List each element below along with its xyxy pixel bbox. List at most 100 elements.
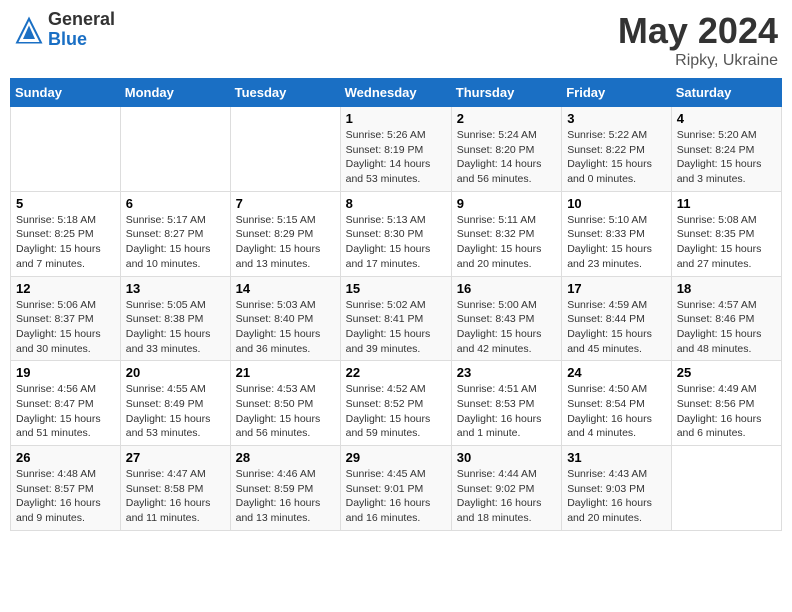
calendar-cell: 8 Sunrise: 5:13 AM Sunset: 8:30 PM Daylig… bbox=[340, 191, 451, 276]
day-number: 2 bbox=[457, 111, 556, 126]
day-number: 26 bbox=[16, 450, 115, 465]
day-info: Sunrise: 5:10 AM Sunset: 8:33 PM Dayligh… bbox=[567, 213, 666, 272]
day-info: Sunrise: 4:59 AM Sunset: 8:44 PM Dayligh… bbox=[567, 298, 666, 357]
calendar-cell: 29 Sunrise: 4:45 AM Sunset: 9:01 PM Dayli… bbox=[340, 446, 451, 531]
day-number: 18 bbox=[677, 281, 776, 296]
logo-general: General bbox=[48, 10, 115, 30]
day-number: 12 bbox=[16, 281, 115, 296]
day-info: Sunrise: 5:24 AM Sunset: 8:20 PM Dayligh… bbox=[457, 128, 556, 187]
day-info: Sunrise: 4:52 AM Sunset: 8:52 PM Dayligh… bbox=[346, 382, 446, 441]
calendar-cell: 21Sunrise: 4:53 AM Sunset: 8:50 PM Dayli… bbox=[230, 361, 340, 446]
day-number: 19 bbox=[16, 365, 115, 380]
calendar-cell: 6 Sunrise: 5:17 AM Sunset: 8:27 PM Daylig… bbox=[120, 191, 230, 276]
calendar-cell: 26 Sunrise: 4:48 AM Sunset: 8:57 PM Dayli… bbox=[11, 446, 121, 531]
calendar-cell bbox=[230, 107, 340, 192]
calendar-cell: 22 Sunrise: 4:52 AM Sunset: 8:52 PM Dayli… bbox=[340, 361, 451, 446]
day-info: Sunrise: 5:22 AM Sunset: 8:22 PM Dayligh… bbox=[567, 128, 666, 187]
day-info: Sunrise: 4:48 AM Sunset: 8:57 PM Dayligh… bbox=[16, 467, 115, 526]
day-info: Sunrise: 4:43 AM Sunset: 9:03 PM Dayligh… bbox=[567, 467, 666, 526]
calendar-cell: 9 Sunrise: 5:11 AM Sunset: 8:32 PM Daylig… bbox=[451, 191, 561, 276]
day-number: 22 bbox=[346, 365, 446, 380]
calendar-cell: 1Sunrise: 5:26 AM Sunset: 8:19 PM Daylig… bbox=[340, 107, 451, 192]
day-info: Sunrise: 4:45 AM Sunset: 9:01 PM Dayligh… bbox=[346, 467, 446, 526]
calendar-cell: 12 Sunrise: 5:06 AM Sunset: 8:37 PM Dayli… bbox=[11, 276, 121, 361]
day-info: Sunrise: 5:17 AM Sunset: 8:27 PM Dayligh… bbox=[126, 213, 225, 272]
day-number: 6 bbox=[126, 196, 225, 211]
calendar-cell: 13Sunrise: 5:05 AM Sunset: 8:38 PM Dayli… bbox=[120, 276, 230, 361]
calendar-cell: 14 Sunrise: 5:03 AM Sunset: 8:40 PM Dayli… bbox=[230, 276, 340, 361]
day-number: 14 bbox=[236, 281, 335, 296]
day-number: 10 bbox=[567, 196, 666, 211]
header-row: SundayMondayTuesdayWednesdayThursdayFrid… bbox=[11, 79, 782, 107]
calendar-cell: 4Sunrise: 5:20 AM Sunset: 8:24 PM Daylig… bbox=[671, 107, 781, 192]
day-number: 9 bbox=[457, 196, 556, 211]
day-info: Sunrise: 5:02 AM Sunset: 8:41 PM Dayligh… bbox=[346, 298, 446, 357]
calendar-cell: 15 Sunrise: 5:02 AM Sunset: 8:41 PM Dayli… bbox=[340, 276, 451, 361]
day-info: Sunrise: 5:06 AM Sunset: 8:37 PM Dayligh… bbox=[16, 298, 115, 357]
calendar-cell: 11 Sunrise: 5:08 AM Sunset: 8:35 PM Dayli… bbox=[671, 191, 781, 276]
week-row-4: 19 Sunrise: 4:56 AM Sunset: 8:47 PM Dayli… bbox=[11, 361, 782, 446]
day-number: 24 bbox=[567, 365, 666, 380]
day-header-saturday: Saturday bbox=[671, 79, 781, 107]
day-header-friday: Friday bbox=[562, 79, 672, 107]
week-row-2: 5 Sunrise: 5:18 AM Sunset: 8:25 PM Daylig… bbox=[11, 191, 782, 276]
day-info: Sunrise: 4:44 AM Sunset: 9:02 PM Dayligh… bbox=[457, 467, 556, 526]
day-number: 1 bbox=[346, 111, 446, 126]
day-number: 30 bbox=[457, 450, 556, 465]
week-row-1: 1Sunrise: 5:26 AM Sunset: 8:19 PM Daylig… bbox=[11, 107, 782, 192]
calendar-cell bbox=[671, 446, 781, 531]
title-block: May 2024 Ripky, Ukraine bbox=[618, 10, 778, 70]
calendar-title: May 2024 bbox=[618, 10, 778, 52]
calendar-cell: 19 Sunrise: 4:56 AM Sunset: 8:47 PM Dayli… bbox=[11, 361, 121, 446]
day-number: 31 bbox=[567, 450, 666, 465]
day-info: Sunrise: 4:50 AM Sunset: 8:54 PM Dayligh… bbox=[567, 382, 666, 441]
day-number: 7 bbox=[236, 196, 335, 211]
day-number: 16 bbox=[457, 281, 556, 296]
week-row-3: 12 Sunrise: 5:06 AM Sunset: 8:37 PM Dayli… bbox=[11, 276, 782, 361]
day-header-tuesday: Tuesday bbox=[230, 79, 340, 107]
day-number: 17 bbox=[567, 281, 666, 296]
day-info: Sunrise: 5:11 AM Sunset: 8:32 PM Dayligh… bbox=[457, 213, 556, 272]
day-number: 15 bbox=[346, 281, 446, 296]
calendar-cell: 16 Sunrise: 5:00 AM Sunset: 8:43 PM Dayli… bbox=[451, 276, 561, 361]
calendar-cell: 2 Sunrise: 5:24 AM Sunset: 8:20 PM Daylig… bbox=[451, 107, 561, 192]
calendar-cell: 30 Sunrise: 4:44 AM Sunset: 9:02 PM Dayli… bbox=[451, 446, 561, 531]
day-info: Sunrise: 5:00 AM Sunset: 8:43 PM Dayligh… bbox=[457, 298, 556, 357]
day-number: 5 bbox=[16, 196, 115, 211]
day-info: Sunrise: 5:05 AM Sunset: 8:38 PM Dayligh… bbox=[126, 298, 225, 357]
day-number: 28 bbox=[236, 450, 335, 465]
page-header: General Blue May 2024 Ripky, Ukraine bbox=[10, 10, 782, 70]
day-number: 25 bbox=[677, 365, 776, 380]
day-info: Sunrise: 5:08 AM Sunset: 8:35 PM Dayligh… bbox=[677, 213, 776, 272]
day-number: 11 bbox=[677, 196, 776, 211]
logo-text: General Blue bbox=[48, 10, 115, 50]
day-number: 8 bbox=[346, 196, 446, 211]
day-info: Sunrise: 4:53 AM Sunset: 8:50 PM Dayligh… bbox=[236, 382, 335, 441]
calendar-cell bbox=[120, 107, 230, 192]
day-header-wednesday: Wednesday bbox=[340, 79, 451, 107]
day-header-monday: Monday bbox=[120, 79, 230, 107]
day-header-thursday: Thursday bbox=[451, 79, 561, 107]
calendar-cell: 27Sunrise: 4:47 AM Sunset: 8:58 PM Dayli… bbox=[120, 446, 230, 531]
calendar-table: SundayMondayTuesdayWednesdayThursdayFrid… bbox=[10, 78, 782, 531]
day-info: Sunrise: 4:51 AM Sunset: 8:53 PM Dayligh… bbox=[457, 382, 556, 441]
calendar-cell: 3Sunrise: 5:22 AM Sunset: 8:22 PM Daylig… bbox=[562, 107, 672, 192]
day-number: 23 bbox=[457, 365, 556, 380]
calendar-cell: 24 Sunrise: 4:50 AM Sunset: 8:54 PM Dayli… bbox=[562, 361, 672, 446]
day-number: 29 bbox=[346, 450, 446, 465]
day-number: 20 bbox=[126, 365, 225, 380]
day-info: Sunrise: 5:13 AM Sunset: 8:30 PM Dayligh… bbox=[346, 213, 446, 272]
calendar-cell: 17 Sunrise: 4:59 AM Sunset: 8:44 PM Dayli… bbox=[562, 276, 672, 361]
day-info: Sunrise: 4:46 AM Sunset: 8:59 PM Dayligh… bbox=[236, 467, 335, 526]
day-info: Sunrise: 5:15 AM Sunset: 8:29 PM Dayligh… bbox=[236, 213, 335, 272]
calendar-cell: 18 Sunrise: 4:57 AM Sunset: 8:46 PM Dayli… bbox=[671, 276, 781, 361]
day-info: Sunrise: 4:57 AM Sunset: 8:46 PM Dayligh… bbox=[677, 298, 776, 357]
calendar-cell: 23 Sunrise: 4:51 AM Sunset: 8:53 PM Dayli… bbox=[451, 361, 561, 446]
calendar-cell: 20Sunrise: 4:55 AM Sunset: 8:49 PM Dayli… bbox=[120, 361, 230, 446]
day-header-sunday: Sunday bbox=[11, 79, 121, 107]
logo-icon bbox=[14, 15, 44, 45]
day-info: Sunrise: 4:56 AM Sunset: 8:47 PM Dayligh… bbox=[16, 382, 115, 441]
day-info: Sunrise: 5:18 AM Sunset: 8:25 PM Dayligh… bbox=[16, 213, 115, 272]
calendar-cell: 25Sunrise: 4:49 AM Sunset: 8:56 PM Dayli… bbox=[671, 361, 781, 446]
day-info: Sunrise: 5:03 AM Sunset: 8:40 PM Dayligh… bbox=[236, 298, 335, 357]
